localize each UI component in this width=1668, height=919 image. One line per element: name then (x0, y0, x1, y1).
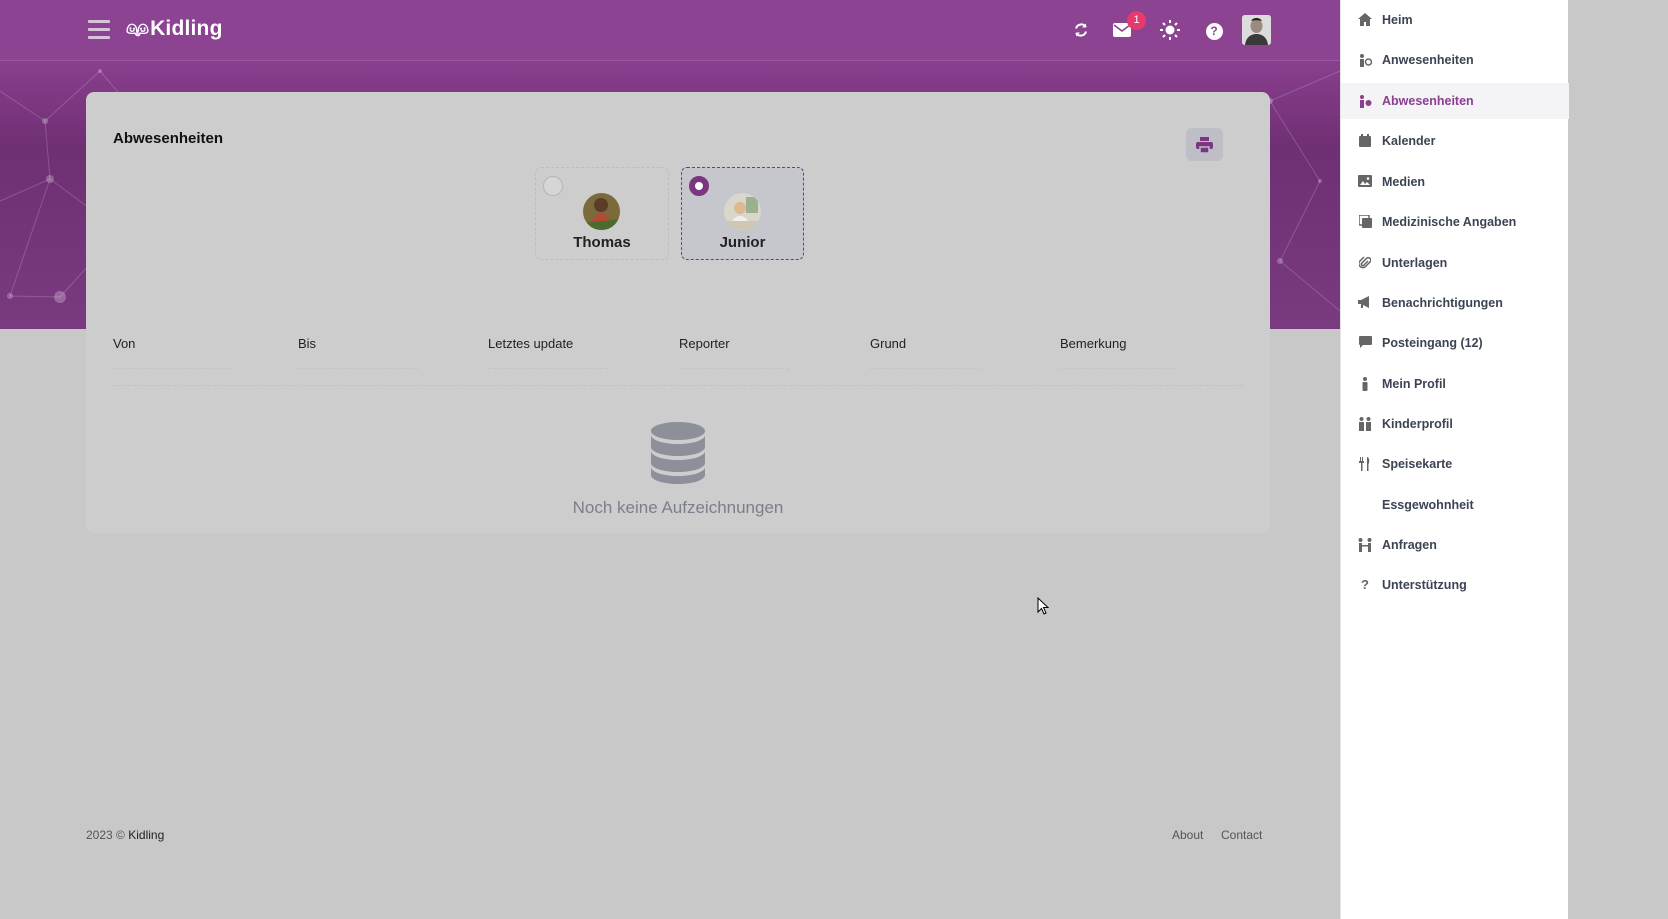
child-radio[interactable] (543, 176, 563, 196)
sidebar-item-label: Medien (1382, 175, 1426, 189)
attendance-icon (1358, 53, 1373, 67)
sidebar-item-label: Anwesenheiten (1382, 53, 1474, 67)
absences-card: Abwesenheiten Thomas Junior Von Bis Letz… (86, 92, 1270, 533)
print-button[interactable] (1186, 128, 1223, 161)
sidebar-item-posteingang[interactable]: Posteingang (12) (1341, 325, 1569, 361)
medical-icon (1357, 214, 1372, 229)
database-icon (651, 422, 705, 484)
sidebar-item-anfragen[interactable]: Anfragen (1341, 527, 1569, 563)
image-icon (1358, 175, 1372, 189)
cutlery-icon (1358, 457, 1372, 471)
child-avatar (583, 193, 620, 230)
requests-icon (1358, 538, 1372, 552)
calendar-icon (1358, 134, 1372, 148)
sidebar-item-unterstuetzung[interactable]: ? Unterstützung (1341, 567, 1569, 603)
printer-icon (1196, 136, 1213, 153)
top-bar: 👫︎Kidling 1 ? (0, 0, 1340, 61)
sidebar-item-label: Essgewohnheit (1382, 498, 1474, 512)
help-icon[interactable]: ? (1202, 18, 1226, 42)
child-name: Thomas (573, 234, 631, 251)
sidebar-item-label: Posteingang (12) (1382, 336, 1483, 350)
sidebar-item-label: Anfragen (1382, 538, 1437, 552)
megaphone-icon (1358, 296, 1372, 310)
footer-copyright: 2023 © Kidling (86, 828, 164, 842)
sidebar-item-label: Kalender (1382, 134, 1436, 148)
column-header-grund[interactable]: Grund (870, 336, 906, 351)
sidebar-item-abwesenheiten[interactable]: Abwesenheiten (1341, 83, 1569, 119)
sidebar-item-label: Unterlagen (1382, 256, 1448, 270)
logo[interactable]: 👫︎Kidling (126, 17, 223, 41)
filter-placeholder-line (1060, 368, 1175, 369)
filter-placeholder-line (113, 368, 233, 369)
sidebar-item-medien[interactable]: Medien (1341, 164, 1569, 200)
child-avatar (724, 193, 761, 230)
sidebar-item-speisekarte[interactable]: Speisekarte (1341, 446, 1569, 482)
sidebar-item-kinderprofil[interactable]: Kinderprofil (1341, 406, 1569, 442)
column-header-bemerkung[interactable]: Bemerkung (1060, 336, 1126, 351)
sidebar-item-medizinische-angaben[interactable]: Medizinische Angaben (1341, 204, 1569, 240)
sidebar-item-kalender[interactable]: Kalender (1341, 123, 1569, 159)
column-header-reporter[interactable]: Reporter (679, 336, 730, 351)
sidebar-item-label: Speisekarte (1382, 457, 1453, 471)
sidebar-item-unterlagen[interactable]: Unterlagen (1341, 245, 1569, 281)
sidebar-item-anwesenheiten[interactable]: Anwesenheiten (1341, 42, 1569, 78)
filter-placeholder-line (870, 368, 980, 369)
footer-link-contact[interactable]: Contact (1221, 828, 1262, 842)
child-option-thomas[interactable]: Thomas (535, 167, 669, 260)
child-radio[interactable] (689, 176, 709, 196)
refresh-icon[interactable] (1069, 18, 1093, 42)
home-icon (1358, 13, 1372, 27)
column-header-letztes-update[interactable]: Letztes update (488, 336, 573, 351)
sidebar-nav: Heim Anwesenheiten Abwesenheiten Kalende… (1340, 0, 1569, 919)
sidebar-item-essgewohnheit[interactable]: Essgewohnheit (1341, 487, 1569, 523)
sidebar-item-heim[interactable]: Heim (1341, 2, 1569, 38)
mouse-cursor-icon (1037, 597, 1049, 615)
footer-link-about[interactable]: About (1172, 828, 1203, 842)
sidebar-item-label: Kinderprofil (1382, 417, 1453, 431)
filter-placeholder-line (298, 368, 418, 369)
sidebar-item-label: Abwesenheiten (1382, 94, 1474, 108)
logo-mark: 👫︎ (126, 19, 150, 39)
hamburger-icon[interactable] (88, 20, 110, 40)
help-glyph: ? (1205, 23, 1223, 40)
sidebar-item-mein-profil[interactable]: Mein Profil (1341, 366, 1569, 402)
column-header-bis[interactable]: Bis (298, 336, 316, 351)
sidebar-item-label: Heim (1382, 13, 1413, 27)
sidebar-item-label: Benachrichtigungen (1382, 296, 1503, 310)
question-icon: ? (1361, 577, 1369, 592)
table-header-divider (113, 385, 1243, 386)
logo-text: Kidling (150, 17, 223, 40)
person-icon (1358, 377, 1372, 391)
absence-icon (1358, 94, 1372, 108)
sidebar-item-benachrichtigungen[interactable]: Benachrichtigungen (1341, 285, 1569, 321)
child-option-junior[interactable]: Junior (681, 167, 804, 260)
filter-placeholder-line (488, 368, 608, 369)
sidebar-item-label: Mein Profil (1382, 377, 1446, 391)
page-title: Abwesenheiten (113, 130, 224, 147)
sidebar-item-label: Unterstützung (1382, 578, 1467, 592)
chat-icon (1358, 336, 1372, 350)
column-header-von[interactable]: Von (113, 336, 135, 351)
empty-state-message: Noch keine Aufzeichnungen (572, 498, 784, 517)
sun-icon[interactable] (1158, 18, 1182, 42)
paperclip-icon (1358, 256, 1372, 270)
copyright-text: 2023 © (86, 828, 125, 842)
children-icon (1358, 417, 1372, 431)
child-name: Junior (719, 234, 766, 251)
filter-placeholder-line (679, 368, 789, 369)
sidebar-item-label: Medizinische Angaben (1382, 215, 1517, 229)
mail-badge: 1 (1127, 11, 1146, 30)
user-avatar[interactable] (1242, 15, 1271, 45)
footer-brand[interactable]: Kidling (128, 828, 164, 842)
